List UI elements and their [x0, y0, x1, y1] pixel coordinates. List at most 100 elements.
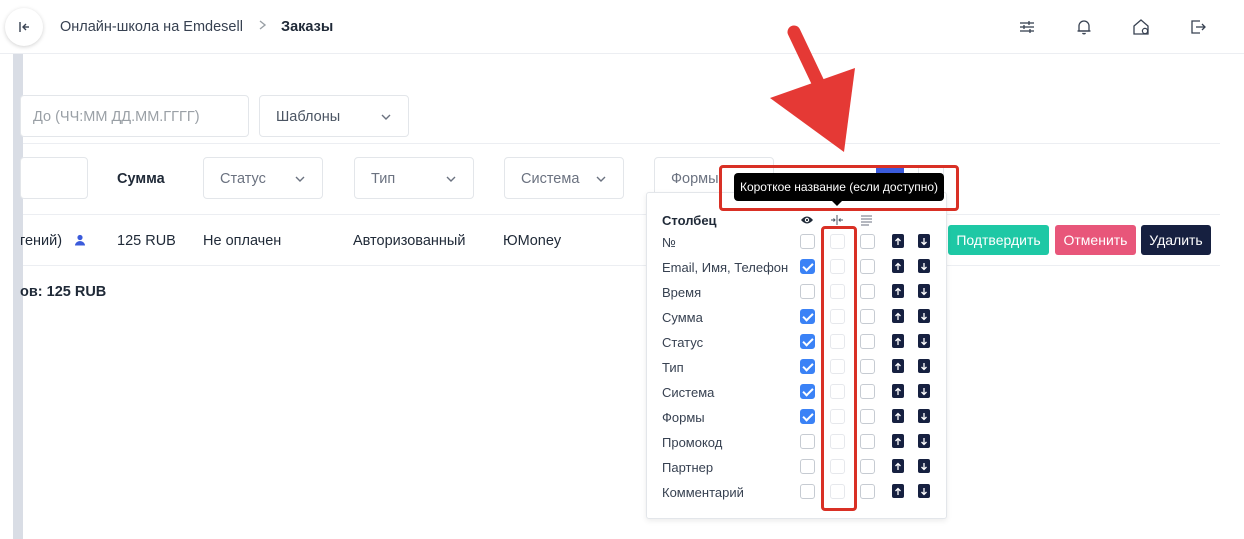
- order-status: Не оплачен: [203, 233, 282, 249]
- user-icon: [75, 234, 85, 246]
- column-menu-row: Сумма: [647, 305, 947, 330]
- move-down-icon[interactable]: [918, 284, 930, 298]
- wrap-text-checkbox[interactable]: [860, 359, 875, 374]
- order-customer-name[interactable]: гений): [20, 233, 62, 249]
- status-filter-label: Статус: [220, 171, 266, 187]
- visible-checkbox[interactable]: [800, 334, 815, 349]
- divider: [23, 143, 1220, 144]
- wrap-text-checkbox[interactable]: [860, 459, 875, 474]
- column-menu-row: Промокод: [647, 430, 947, 455]
- column-menu-row: №: [647, 230, 947, 255]
- move-up-icon[interactable]: [892, 409, 904, 423]
- templates-label: Шаблоны: [276, 109, 341, 125]
- visible-checkbox[interactable]: [800, 459, 815, 474]
- wrap-text-checkbox[interactable]: [860, 234, 875, 249]
- move-up-icon[interactable]: [892, 259, 904, 273]
- cancel-button[interactable]: Отменить: [1055, 225, 1136, 255]
- visible-checkbox[interactable]: [800, 384, 815, 399]
- column-menu-row: Формы: [647, 405, 947, 430]
- column-menu-row-label: Партнер: [662, 460, 714, 475]
- wrap-text-checkbox[interactable]: [860, 284, 875, 299]
- wrap-text-checkbox[interactable]: [860, 484, 875, 499]
- move-down-icon[interactable]: [918, 359, 930, 373]
- visible-checkbox[interactable]: [800, 284, 815, 299]
- column-menu-row: Email, Имя, Телефон: [647, 255, 947, 280]
- column-menu-row-label: Статус: [662, 335, 704, 350]
- chevron-down-icon: [446, 176, 456, 182]
- move-up-icon[interactable]: [892, 434, 904, 448]
- move-down-icon[interactable]: [918, 234, 930, 248]
- column-settings-menu: Столбец № Email, Имя, Телефон Время Сумма Ст…: [646, 192, 947, 519]
- eye-icon: [801, 216, 813, 224]
- move-up-icon[interactable]: [892, 384, 904, 398]
- move-up-icon[interactable]: [892, 284, 904, 298]
- column-menu-row-label: Комментарий: [662, 485, 744, 500]
- collapse-sidebar-button[interactable]: [5, 8, 43, 46]
- visible-checkbox[interactable]: [800, 484, 815, 499]
- wrap-text-checkbox[interactable]: [860, 409, 875, 424]
- column-menu-row-label: Промокод: [662, 435, 723, 450]
- move-down-icon[interactable]: [918, 384, 930, 398]
- logout-icon[interactable]: [1188, 17, 1208, 37]
- move-down-icon[interactable]: [918, 259, 930, 273]
- home-settings-icon[interactable]: [1131, 17, 1151, 37]
- status-filter-select[interactable]: Статус: [203, 157, 323, 199]
- wrap-text-checkbox[interactable]: [860, 434, 875, 449]
- annotation-highlight-tooltip: [719, 165, 959, 211]
- column-menu-row: Комментарий: [647, 480, 947, 505]
- arrow-left-bar-icon: [19, 22, 29, 32]
- visible-checkbox[interactable]: [800, 259, 815, 274]
- chevron-right-icon: [259, 20, 267, 30]
- date-to-input[interactable]: До (ЧЧ:ММ ДД.ММ.ГГГГ): [20, 95, 249, 137]
- bell-icon[interactable]: [1074, 17, 1094, 37]
- visible-checkbox[interactable]: [800, 409, 815, 424]
- move-up-icon[interactable]: [892, 234, 904, 248]
- move-down-icon[interactable]: [918, 434, 930, 448]
- column-menu-row-label: Система: [662, 385, 715, 400]
- column-menu-row-label: №: [662, 235, 676, 250]
- visible-checkbox[interactable]: [800, 309, 815, 324]
- move-down-icon[interactable]: [918, 334, 930, 348]
- divider: [23, 214, 1220, 215]
- wrap-text-checkbox[interactable]: [860, 309, 875, 324]
- column-menu-row-label: Email, Имя, Телефон: [662, 260, 789, 275]
- move-down-icon[interactable]: [918, 309, 930, 323]
- shrink-width-icon: [831, 215, 843, 225]
- visible-checkbox[interactable]: [800, 234, 815, 249]
- move-up-icon[interactable]: [892, 309, 904, 323]
- templates-select[interactable]: Шаблоны: [259, 95, 409, 137]
- delete-button[interactable]: Удалить: [1141, 225, 1211, 255]
- system-filter-select[interactable]: Система: [504, 157, 624, 199]
- confirm-button[interactable]: Подтвердить: [948, 225, 1049, 255]
- settings-sliders-icon[interactable]: [1017, 17, 1037, 37]
- column-menu-row: Партнер: [647, 455, 947, 480]
- column-menu-row-label: Время: [662, 285, 702, 300]
- move-up-icon[interactable]: [892, 334, 904, 348]
- sum-column-header: Сумма: [117, 171, 165, 187]
- email-filter-input[interactable]: [20, 157, 88, 199]
- column-menu-row: Статус: [647, 330, 947, 355]
- wrap-text-checkbox[interactable]: [860, 384, 875, 399]
- column-menu-row: Тип: [647, 355, 947, 380]
- wrap-text-checkbox[interactable]: [860, 334, 875, 349]
- divider: [23, 265, 1220, 266]
- move-down-icon[interactable]: [918, 459, 930, 473]
- wrap-text-checkbox[interactable]: [860, 259, 875, 274]
- column-menu-row-label: Сумма: [662, 310, 703, 325]
- move-up-icon[interactable]: [892, 484, 904, 498]
- move-up-icon[interactable]: [892, 459, 904, 473]
- move-down-icon[interactable]: [918, 409, 930, 423]
- chevron-down-icon: [596, 176, 606, 182]
- column-menu-row-label: Формы: [662, 410, 705, 425]
- visible-checkbox[interactable]: [800, 359, 815, 374]
- move-up-icon[interactable]: [892, 359, 904, 373]
- visible-checkbox[interactable]: [800, 434, 815, 449]
- text-lines-icon: [861, 215, 872, 226]
- move-down-icon[interactable]: [918, 484, 930, 498]
- breadcrumb-root[interactable]: Онлайн-школа на Emdesell: [60, 19, 243, 35]
- chevron-down-icon: [295, 176, 305, 182]
- forms-filter-label: Формы: [671, 171, 719, 187]
- type-filter-select[interactable]: Тип: [354, 157, 474, 199]
- column-menu-row: Система: [647, 380, 947, 405]
- date-to-placeholder: До (ЧЧ:ММ ДД.ММ.ГГГГ): [33, 109, 200, 125]
